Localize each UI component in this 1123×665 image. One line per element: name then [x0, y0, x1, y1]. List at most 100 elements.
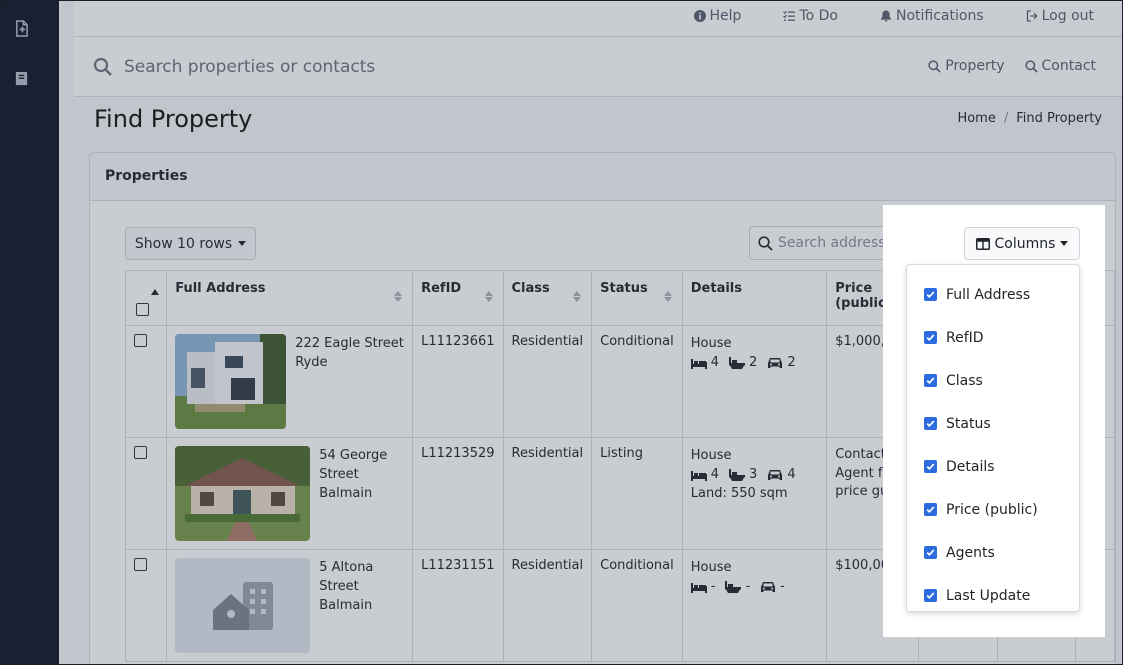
search-property-link[interactable]: Property [928, 58, 1005, 74]
refid-cell: L11231151 [412, 549, 504, 662]
show-rows-button[interactable]: Show 10 rows [125, 227, 256, 260]
column-toggle-item[interactable]: Class [907, 359, 1079, 402]
notifications-link[interactable]: Notifications [880, 8, 984, 24]
logout-icon [1026, 10, 1038, 22]
column-toggle-item[interactable]: Price (public) [907, 488, 1079, 531]
help-label: Help [709, 8, 742, 24]
column-toggle-label: Status [946, 415, 991, 432]
add-document-icon[interactable] [13, 19, 29, 37]
page-title: Find Property [94, 105, 253, 133]
address-cell: 222 Eagle Street Ryde [166, 325, 414, 438]
todo-link[interactable]: To Do [783, 8, 838, 24]
search-contact-label: Contact [1041, 58, 1096, 74]
checkbox-checked-icon[interactable] [924, 589, 937, 602]
bath-icon [729, 356, 746, 369]
help-link[interactable]: Help [693, 8, 742, 24]
columns-button[interactable]: Columns [964, 227, 1080, 260]
column-toggle-label: Price (public) [946, 501, 1038, 518]
search-contact-link[interactable]: Contact [1024, 58, 1096, 74]
beds-count: - [710, 579, 716, 594]
column-toggle-item[interactable]: Last Update [907, 574, 1079, 617]
checkbox-checked-icon[interactable] [924, 374, 937, 387]
sort-asc-icon[interactable] [151, 289, 160, 295]
details-cell: House 4 3 4 Land: 550 sqm [681, 437, 828, 550]
column-toggle-item[interactable]: Full Address [907, 273, 1079, 316]
class-cell: Residential [502, 437, 593, 550]
status-cell: Listing [591, 437, 683, 550]
baths-count: - [745, 579, 751, 594]
address-cell: 5 Altona Street Balmain [166, 549, 414, 662]
cars-count: 4 [787, 467, 796, 482]
info-circle-icon [693, 10, 706, 22]
address-cell: 54 George Street Balmain [166, 437, 414, 550]
checkbox-checked-icon[interactable] [924, 503, 937, 516]
beds-count: 4 [710, 467, 720, 482]
bell-icon [880, 10, 891, 22]
checkbox-checked-icon[interactable] [924, 546, 937, 559]
cars-count: 2 [787, 355, 796, 370]
header-full-address[interactable]: Full Address [166, 270, 414, 326]
header-class[interactable]: Class [502, 270, 593, 326]
baths-count: 2 [749, 355, 758, 370]
search-icon [758, 236, 773, 251]
columns-label: Columns [994, 235, 1056, 252]
row-select-cell [124, 437, 168, 550]
column-toggle-item[interactable]: Agents [907, 531, 1079, 574]
column-toggle-item[interactable]: Details [907, 445, 1079, 488]
column-toggle-item[interactable]: RefID [907, 316, 1079, 359]
logout-label: Log out [1041, 8, 1094, 24]
column-toggle-label: Details [946, 458, 995, 475]
select-all-checkbox[interactable] [136, 303, 149, 316]
header-status[interactable]: Status [591, 270, 683, 326]
column-toggle-item[interactable]: Status [907, 402, 1079, 445]
car-icon [761, 581, 776, 592]
select-all-header [124, 270, 168, 326]
notifications-label: Notifications [895, 8, 984, 24]
breadcrumb-separator: / [1003, 111, 1009, 126]
caret-down-icon [1060, 241, 1069, 246]
column-toggle-label: Last Update [946, 587, 1031, 604]
checkbox-checked-icon[interactable] [924, 417, 937, 430]
row-checkbox[interactable] [134, 558, 147, 571]
address-text: 222 Eagle Street Ryde [295, 336, 404, 370]
search-icon [928, 59, 941, 73]
sidebar [1, 1, 59, 664]
column-toggle-label: RefID [946, 329, 984, 346]
property-photo[interactable] [175, 334, 287, 429]
app-window: Help To Do Notifications Log out Search … [0, 0, 1123, 665]
row-checkbox[interactable] [134, 446, 147, 459]
header-details-label: Details [690, 281, 742, 296]
refid-cell: L11123661 [412, 325, 504, 438]
search-icon [1024, 59, 1038, 73]
breadcrumb-home[interactable]: Home [957, 111, 995, 126]
header-refid[interactable]: RefID [412, 270, 504, 326]
beds-count: 4 [710, 355, 720, 370]
column-toggle-label: Full Address [946, 286, 1031, 303]
status-cell: Conditional [591, 325, 683, 438]
checkbox-checked-icon[interactable] [924, 460, 937, 473]
card-title: Properties [90, 153, 1115, 201]
placeholder-building-icon[interactable] [175, 558, 311, 653]
global-search-input[interactable] [124, 53, 724, 81]
sort-icon [484, 291, 493, 302]
todo-label: To Do [799, 8, 838, 24]
address-text: 54 George Street Balmain [319, 448, 388, 501]
checkbox-checked-icon[interactable] [924, 331, 937, 344]
checklist-icon [783, 10, 796, 21]
row-checkbox[interactable] [134, 334, 147, 347]
breadcrumb-current: Find Property [1016, 111, 1102, 126]
logout-link[interactable]: Log out [1026, 8, 1094, 24]
header-details[interactable]: Details [681, 270, 828, 326]
bed-icon [690, 582, 707, 593]
cars-count: - [780, 579, 785, 594]
property-type: House [690, 336, 732, 351]
property-photo[interactable] [175, 446, 311, 541]
bed-icon [690, 470, 707, 481]
status-cell: Conditional [591, 549, 683, 662]
bed-icon [690, 358, 707, 369]
row-select-cell [124, 549, 168, 662]
car-icon [768, 357, 783, 368]
book-icon[interactable] [13, 69, 29, 87]
checkbox-checked-icon[interactable] [924, 288, 937, 301]
search-icon [93, 57, 113, 77]
